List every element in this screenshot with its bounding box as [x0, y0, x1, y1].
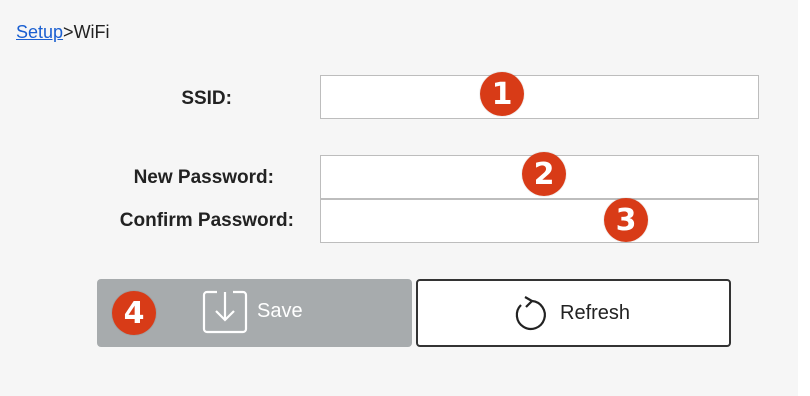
save-download-icon [202, 289, 248, 341]
breadcrumb: Setup>WiFi [16, 22, 110, 43]
step-badge-1: 1 [480, 72, 524, 116]
confirm-password-input[interactable] [320, 199, 759, 243]
ssid-label: SSID: [181, 88, 232, 109]
breadcrumb-separator: > [63, 22, 74, 42]
refresh-button[interactable]: Refresh [416, 279, 731, 347]
save-button-label: Save [257, 300, 303, 322]
new-password-label: New Password: [133, 167, 274, 188]
step-badge-4: 4 [112, 291, 156, 335]
refresh-icon [510, 294, 550, 340]
refresh-button-label: Refresh [560, 302, 631, 324]
breadcrumb-link-setup[interactable]: Setup [16, 22, 63, 42]
wifi-setup-panel: Setup>WiFi SSID: New Password: Confirm P… [0, 0, 798, 396]
confirm-password-label: Confirm Password: [119, 210, 294, 231]
step-badge-2: 2 [522, 152, 566, 196]
ssid-input[interactable] [320, 75, 759, 119]
step-badge-3: 3 [604, 198, 648, 242]
breadcrumb-current: WiFi [73, 22, 110, 42]
